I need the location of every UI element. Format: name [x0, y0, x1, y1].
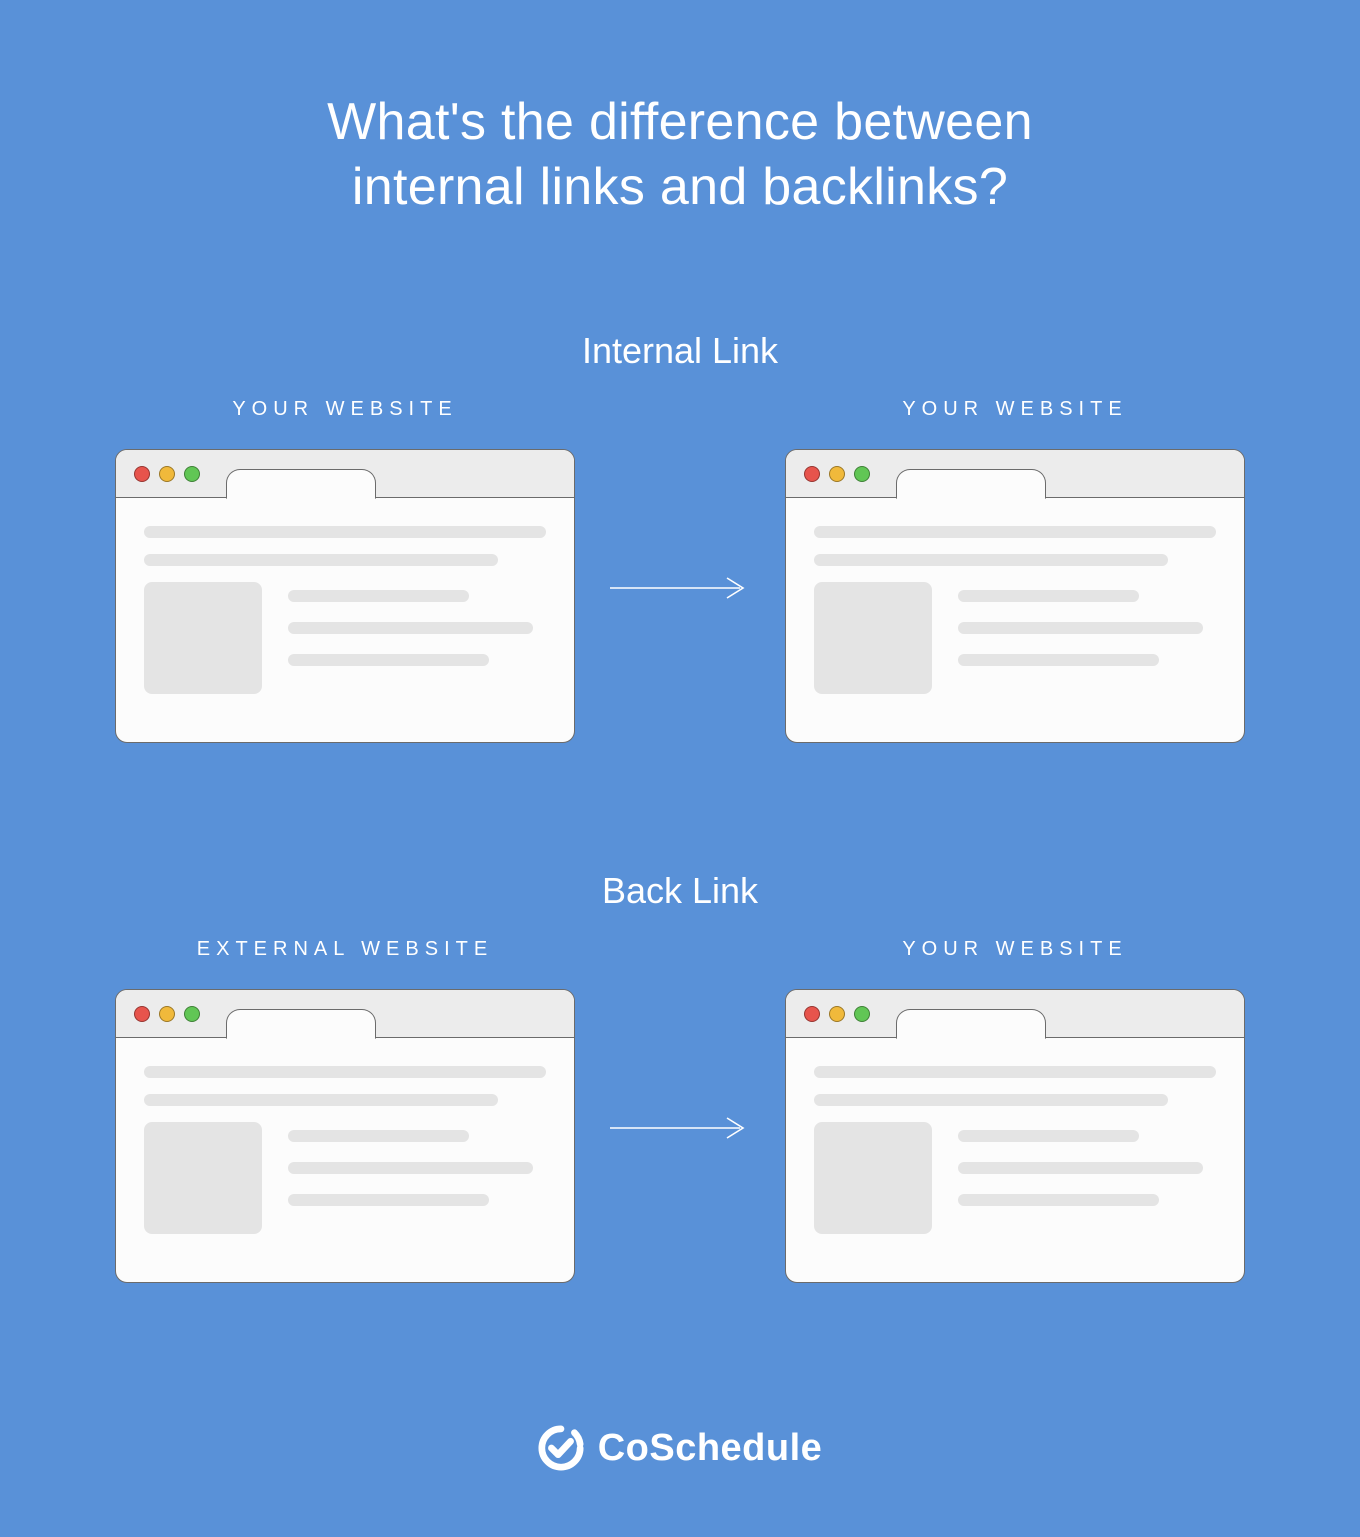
- placeholder-line: [814, 554, 1168, 566]
- placeholder-image: [144, 1122, 262, 1234]
- close-icon: [134, 466, 150, 482]
- arrow-right-icon: [605, 1113, 755, 1143]
- internal-right-col: YOUR WEBSITE: [770, 398, 1260, 743]
- minimize-icon: [159, 1006, 175, 1022]
- placeholder-line: [144, 1094, 498, 1106]
- internal-right-label: YOUR WEBSITE: [902, 398, 1127, 421]
- placeholder-line: [144, 554, 498, 566]
- close-icon: [804, 466, 820, 482]
- placeholder-line: [288, 1162, 533, 1174]
- browser-body: [786, 1038, 1244, 1282]
- browser-title-bar: [116, 450, 574, 498]
- title-line-1: What's the difference between: [327, 93, 1033, 151]
- window-controls: [134, 466, 200, 482]
- back-link-row: EXTERNAL WEBSITE: [0, 938, 1360, 1283]
- browser-mock: [115, 449, 575, 743]
- browser-tab: [896, 1009, 1046, 1039]
- placeholder-image: [814, 582, 932, 694]
- browser-tab: [226, 1009, 376, 1039]
- internal-left-label: YOUR WEBSITE: [232, 398, 457, 421]
- placeholder-line: [814, 1094, 1168, 1106]
- placeholder-line: [288, 1130, 469, 1142]
- window-controls: [134, 1006, 200, 1022]
- browser-body: [116, 498, 574, 742]
- title-line-2: internal links and backlinks?: [352, 158, 1008, 216]
- minimize-icon: [829, 466, 845, 482]
- back-link-section: Back Link EXTERNAL WEBSITE: [0, 870, 1360, 1283]
- backlink-left-label: EXTERNAL WEBSITE: [197, 938, 493, 961]
- back-link-heading: Back Link: [0, 870, 1360, 912]
- internal-link-heading: Internal Link: [0, 330, 1360, 372]
- maximize-icon: [184, 1006, 200, 1022]
- backlink-right-col: YOUR WEBSITE: [770, 938, 1260, 1283]
- placeholder-image: [814, 1122, 932, 1234]
- close-icon: [804, 1006, 820, 1022]
- placeholder-line: [144, 1066, 546, 1078]
- arrow-wrap: [590, 938, 770, 1143]
- arrow-right-icon: [605, 573, 755, 603]
- brand-name: CoSchedule: [598, 1427, 823, 1470]
- browser-mock: [115, 989, 575, 1283]
- maximize-icon: [854, 466, 870, 482]
- placeholder-image: [144, 582, 262, 694]
- browser-mock: [785, 989, 1245, 1283]
- minimize-icon: [829, 1006, 845, 1022]
- placeholder-line: [958, 654, 1159, 666]
- placeholder-line: [144, 526, 546, 538]
- placeholder-line: [288, 1194, 489, 1206]
- placeholder-line: [288, 590, 469, 602]
- minimize-icon: [159, 466, 175, 482]
- placeholder-line: [814, 1066, 1216, 1078]
- placeholder-line: [958, 622, 1203, 634]
- browser-mock: [785, 449, 1245, 743]
- backlink-right-label: YOUR WEBSITE: [902, 938, 1127, 961]
- window-controls: [804, 466, 870, 482]
- browser-body: [116, 1038, 574, 1282]
- browser-body: [786, 498, 1244, 742]
- browser-title-bar: [786, 990, 1244, 1038]
- browser-title-bar: [116, 990, 574, 1038]
- browser-title-bar: [786, 450, 1244, 498]
- placeholder-line: [288, 654, 489, 666]
- placeholder-line: [958, 1162, 1203, 1174]
- backlink-left-col: EXTERNAL WEBSITE: [100, 938, 590, 1283]
- coschedule-logo-icon: [538, 1425, 584, 1471]
- browser-tab: [226, 469, 376, 499]
- browser-tab: [896, 469, 1046, 499]
- arrow-wrap: [590, 398, 770, 603]
- placeholder-line: [958, 1194, 1159, 1206]
- page-title: What's the difference between internal l…: [0, 0, 1360, 220]
- brand: CoSchedule: [0, 1425, 1360, 1471]
- placeholder-line: [958, 590, 1139, 602]
- internal-link-row: YOUR WEBSITE: [0, 398, 1360, 743]
- internal-link-section: Internal Link YOUR WEBSITE: [0, 330, 1360, 743]
- placeholder-line: [288, 622, 533, 634]
- window-controls: [804, 1006, 870, 1022]
- internal-left-col: YOUR WEBSITE: [100, 398, 590, 743]
- placeholder-line: [958, 1130, 1139, 1142]
- close-icon: [134, 1006, 150, 1022]
- maximize-icon: [184, 466, 200, 482]
- maximize-icon: [854, 1006, 870, 1022]
- placeholder-line: [814, 526, 1216, 538]
